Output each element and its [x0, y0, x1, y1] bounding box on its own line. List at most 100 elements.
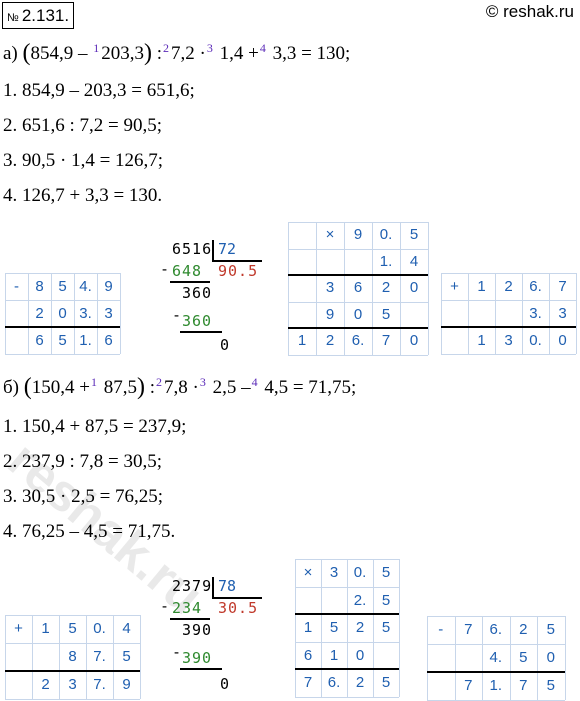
grid-cell: 5 — [519, 649, 528, 666]
grid-cell: 9 — [353, 226, 363, 243]
grid-cell: 3 — [504, 332, 513, 349]
grid-cell: 6 — [35, 332, 44, 349]
grid-cell: 7 — [519, 677, 528, 694]
grid-cell: 0 — [409, 332, 419, 349]
grid-cell: 9 — [104, 278, 113, 295]
grid-cell: 3. — [79, 305, 92, 322]
grid-line — [399, 559, 400, 697]
grid-cell: - — [438, 621, 444, 638]
grid-cell: + — [450, 278, 459, 295]
grid-cell: 3 — [68, 676, 77, 693]
grid-cell: 1 — [41, 620, 50, 637]
grid-cell: - — [14, 278, 19, 295]
copyright: © reshak.ru — [485, 2, 574, 21]
grid-line — [140, 615, 141, 699]
column-addition-a4: +1 2 6. 7 3. 3 1 3 0. 0 — [441, 273, 577, 355]
part-a-step-2: 2. 651,6 : 7,2 = 90,5; — [3, 115, 163, 136]
part-a-step-4: 4. 126,7 + 3,3 = 130. — [3, 185, 163, 206]
grid-cell — [427, 672, 455, 700]
column-multiplication-b3: × 3 0. 5 2. 5 1 5 2 5 6 1 0 7 6. 2 5 — [295, 559, 400, 698]
grid-cell: 2 — [519, 621, 528, 638]
grid-cell — [455, 644, 483, 672]
grid-cell: 1 — [303, 619, 313, 636]
grid-cell: 2 — [35, 305, 44, 322]
grid-cell: 0. — [529, 332, 542, 349]
long-division-a: - 6516 72 648 90.5 360 - 360 0 — [160, 238, 270, 356]
grid-cell: 5 — [381, 564, 391, 581]
grid-cell: 5 — [58, 278, 67, 295]
grid-cell: 5 — [381, 619, 391, 636]
grid-cell — [5, 327, 28, 354]
grid-line — [564, 616, 566, 700]
grid-cell: 0 — [353, 305, 363, 323]
grid-cell: 7 — [464, 621, 473, 638]
part-b-step-3: 3. 30,5 · 2,5 = 76,25; — [3, 486, 164, 507]
grid-cell: 6 — [303, 646, 313, 664]
grid-line — [288, 354, 428, 356]
grid-line — [5, 699, 140, 700]
grid-cell: 1. — [489, 677, 502, 694]
grid-cell: 5 — [381, 591, 391, 609]
grid-cell: 5 — [546, 621, 555, 638]
grid-cell — [316, 249, 344, 276]
grid-cell: 2 — [504, 278, 513, 295]
grid-cell — [321, 587, 347, 615]
grid-cell: 5 — [381, 674, 391, 691]
long-division-b: - 2379 78 234 30.5 390 - 390 0 — [160, 575, 270, 695]
grid-line — [5, 354, 120, 355]
grid-cell: 7. — [93, 648, 106, 665]
grid-cell — [295, 587, 321, 615]
grid-cell: 5 — [329, 619, 339, 636]
grid-cell: 0. — [353, 564, 367, 581]
grid-cell — [288, 222, 316, 249]
grid-cell — [468, 300, 495, 327]
grid-cell — [495, 300, 522, 327]
grid-cell: 5 — [122, 648, 131, 665]
grid-cell: 7. — [93, 676, 106, 693]
grid-cell: 1 — [329, 646, 339, 664]
grid-cell: 6 — [353, 279, 363, 296]
part-b-expression: б) (150,4 +1 87,5) :2 7,8 ·3 2,5 –4 4,5 =… — [3, 374, 357, 400]
grid-cell: 7 — [303, 674, 313, 691]
grid-cell: 3 — [104, 305, 113, 322]
grid-cell: 2 — [381, 279, 391, 296]
grid-cell — [344, 249, 372, 276]
grid-cell: 0. — [93, 620, 106, 637]
grid-cell: 6 — [104, 332, 113, 349]
grid-cell: 1. — [379, 252, 393, 270]
grid-cell: 8 — [35, 278, 44, 295]
grid-cell: 1 — [477, 278, 486, 295]
grid-cell: 6. — [489, 621, 502, 638]
grid-cell: 5 — [58, 332, 67, 349]
grid-cell: 4. — [489, 649, 502, 666]
grid-cell — [5, 300, 28, 327]
grid-cell: × — [303, 564, 313, 581]
column-addition-b1: +1 5 0. 4 8 7. 5 2 3 7. 9 — [5, 615, 141, 700]
grid-cell: 0. — [379, 226, 393, 243]
grid-cell — [288, 275, 316, 302]
part-a-step-3: 3. 90,5 · 1,4 = 126,7; — [3, 150, 164, 171]
grid-cell: 4 — [409, 252, 419, 270]
grid-cell — [373, 642, 399, 670]
part-b-step-2: 2. 237,9 : 7,8 = 30,5; — [3, 451, 163, 472]
part-a-expression: а) (854,9 – 1 203,3) :2 7,2 ·3 1,4 +4 3,3 … — [3, 40, 351, 66]
grid-cell: 0 — [58, 305, 67, 322]
grid-cell: 5 — [546, 677, 555, 694]
grid-cell: 7 — [558, 278, 567, 295]
grid-cell: 1. — [79, 332, 92, 349]
grid-line — [295, 696, 399, 698]
grid-cell — [441, 300, 468, 327]
grid-cell: 6. — [327, 674, 341, 691]
grid-cell: 5 — [409, 226, 419, 243]
part-a-step-1: 1. 854,9 – 203,3 = 651,6; — [3, 80, 195, 101]
grid-cell — [5, 671, 32, 699]
grid-cell: 0 — [409, 279, 419, 296]
grid-cell: 4. — [79, 278, 92, 295]
grid-cell: 5 — [68, 620, 77, 637]
grid-cell: × — [325, 226, 335, 243]
grid-cell: 3 — [329, 564, 339, 581]
grid-cell: 7 — [464, 677, 473, 694]
grid-cell: 3 — [325, 279, 335, 296]
grid-cell: 6. — [351, 332, 365, 349]
part-b-step-1: 1. 150,4 + 87,5 = 237,9; — [3, 416, 187, 437]
